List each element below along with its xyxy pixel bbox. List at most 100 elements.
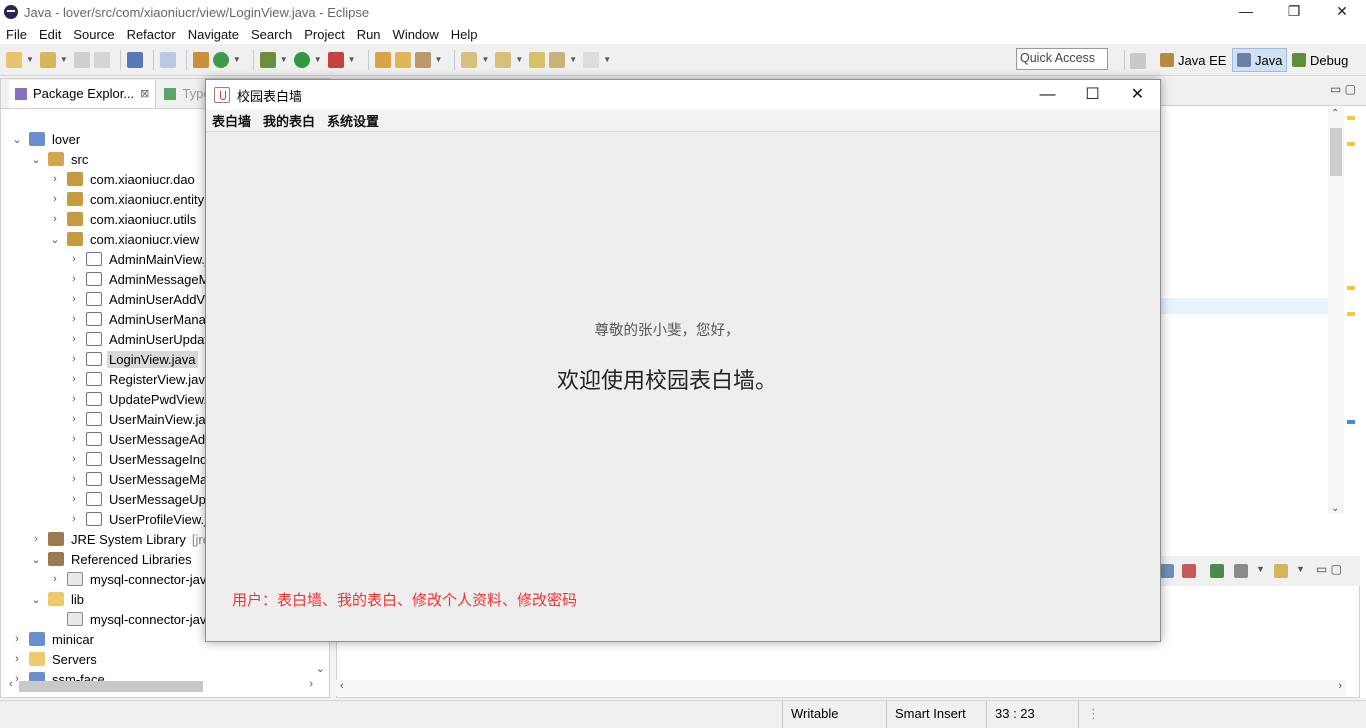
scroll-left-icon[interactable]: ‹: [340, 680, 344, 692]
tab-package-explorer[interactable]: Package Explor... ⊠: [9, 79, 157, 108]
console-view-icon[interactable]: [1160, 564, 1174, 578]
scrollbar-thumb[interactable]: [1330, 128, 1342, 176]
expand-arrow-icon[interactable]: ›: [68, 373, 80, 385]
minimize-button[interactable]: —: [1222, 0, 1270, 24]
tree-item[interactable]: › UserMainView.jav: [68, 409, 214, 429]
expand-arrow-icon[interactable]: ›: [68, 313, 80, 325]
horizontal-scrollbar[interactable]: ‹ ›: [9, 678, 313, 693]
expand-arrow-icon[interactable]: ›: [30, 533, 42, 545]
previous-annotation-dropdown-icon[interactable]: ▼: [515, 55, 523, 64]
menu-edit[interactable]: Edit: [39, 27, 61, 42]
console-icon[interactable]: [126, 51, 143, 68]
expand-arrow-icon[interactable]: ›: [49, 213, 61, 225]
save-all-icon[interactable]: [93, 51, 110, 68]
debug-icon[interactable]: [259, 51, 276, 68]
tree-item[interactable]: ⌄ com.xiaoniucr.view: [49, 229, 201, 249]
tab-type-hierarchy[interactable]: Type: [164, 86, 211, 101]
debug-dropdown-icon[interactable]: ▼: [280, 55, 288, 64]
external-tools-dropdown-icon[interactable]: ▼: [348, 55, 356, 64]
overview-marker-current[interactable]: [1347, 420, 1355, 424]
tree-item[interactable]: › AdminUserUpdat: [68, 329, 210, 349]
expand-arrow-icon[interactable]: ›: [68, 473, 80, 485]
dialog-close-button[interactable]: ✕: [1115, 80, 1160, 110]
expand-arrow-icon[interactable]: ›: [68, 413, 80, 425]
menu-project[interactable]: Project: [304, 27, 344, 42]
tree-item[interactable]: › LoginView.java: [68, 349, 198, 369]
collapse-arrow-icon[interactable]: ⌄: [30, 153, 42, 166]
last-edit-icon[interactable]: [529, 51, 546, 68]
open-console-icon[interactable]: [1274, 564, 1288, 578]
expand-arrow-icon[interactable]: ›: [68, 493, 80, 505]
tree-item[interactable]: › com.xiaoniucr.utils: [49, 209, 198, 229]
menu-window[interactable]: Window: [393, 27, 439, 42]
remove-launch-icon[interactable]: [1182, 564, 1196, 578]
scroll-right-icon[interactable]: ›: [1338, 680, 1342, 692]
tree-item[interactable]: › AdminUserAddVi: [68, 289, 210, 309]
collapse-arrow-icon[interactable]: ⌄: [49, 233, 61, 246]
collapse-arrow-icon[interactable]: ⌄: [30, 553, 42, 566]
expand-arrow-icon[interactable]: ›: [68, 293, 80, 305]
scroll-down-icon[interactable]: ⌄: [316, 662, 325, 675]
search-tool-dropdown-icon[interactable]: ▼: [435, 55, 443, 64]
menu-navigate[interactable]: Navigate: [188, 27, 239, 42]
new-package-dropdown-icon[interactable]: ▼: [60, 55, 68, 64]
collapse-arrow-icon[interactable]: ⌄: [11, 133, 23, 146]
tree-item[interactable]: › AdminMainView.j: [68, 249, 210, 269]
expand-arrow-icon[interactable]: ›: [68, 393, 80, 405]
restore-button[interactable]: ❐: [1270, 0, 1318, 24]
tree-item[interactable]: ⌄ Referenced Libraries: [30, 549, 194, 569]
menu-file[interactable]: File: [6, 27, 27, 42]
minimize-maximize-icons[interactable]: ▭ ▢: [1330, 82, 1356, 96]
previous-annotation-icon[interactable]: [495, 51, 512, 68]
tree-item[interactable]: ›JRE System Library[jre1: [30, 529, 217, 549]
build-icon[interactable]: [192, 51, 209, 68]
close-button[interactable]: ✕: [1318, 0, 1366, 24]
back-dropdown-icon[interactable]: ▼: [569, 55, 577, 64]
new-package-icon[interactable]: [39, 51, 56, 68]
expand-arrow-icon[interactable]: ›: [11, 633, 23, 645]
external-tools-icon[interactable]: [327, 51, 344, 68]
tree-item[interactable]: › UserMessageAdd: [68, 429, 214, 449]
search-tool-icon[interactable]: [414, 51, 431, 68]
scroll-down-icon[interactable]: ⌄: [1331, 503, 1339, 514]
dialog-maximize-button[interactable]: ☐: [1070, 80, 1115, 110]
expand-arrow-icon[interactable]: ›: [68, 353, 80, 365]
tree-item[interactable]: › UserMessageMa: [68, 469, 209, 489]
tree-item[interactable]: › minicar: [11, 629, 96, 649]
menu-system-settings[interactable]: 系统设置: [327, 111, 379, 130]
menu-run[interactable]: Run: [357, 27, 381, 42]
menu-confession-wall[interactable]: 表白墙: [212, 111, 251, 130]
menu-search[interactable]: Search: [251, 27, 292, 42]
display-console-icon[interactable]: [1234, 564, 1248, 578]
bottom-horizontal-scrollbar[interactable]: ‹ ›: [336, 680, 1346, 696]
refresh-icon[interactable]: [212, 51, 229, 68]
forward-dropdown-icon[interactable]: ▼: [603, 55, 611, 64]
expand-arrow-icon[interactable]: ›: [68, 433, 80, 445]
expand-arrow-icon[interactable]: ›: [68, 253, 80, 265]
back-icon[interactable]: [549, 51, 566, 68]
refresh-dropdown-icon[interactable]: ▼: [233, 55, 241, 64]
expand-arrow-icon[interactable]: ›: [68, 453, 80, 465]
perspective-debug[interactable]: Debug: [1288, 48, 1352, 72]
expand-arrow-icon[interactable]: ›: [68, 273, 80, 285]
close-tab-icon[interactable]: ⊠: [140, 87, 149, 100]
new-dropdown-icon[interactable]: ▼: [26, 55, 34, 64]
skip-breakpoints-icon[interactable]: [159, 51, 176, 68]
tree-item[interactable]: › AdminMessageM: [68, 269, 211, 289]
overview-marker-warning[interactable]: [1347, 286, 1355, 290]
open-task-icon[interactable]: [394, 51, 411, 68]
tree-item[interactable]: › UserMessageUpd: [68, 489, 215, 509]
menu-source[interactable]: Source: [73, 27, 114, 42]
save-icon[interactable]: [73, 51, 90, 68]
open-type-icon[interactable]: [374, 51, 391, 68]
pin-console-icon[interactable]: [1210, 564, 1224, 578]
expand-arrow-icon[interactable]: ›: [68, 513, 80, 525]
tree-item[interactable]: › UpdatePwdView.j: [68, 389, 212, 409]
expand-arrow-icon[interactable]: ›: [11, 653, 23, 665]
scrollbar-thumb[interactable]: [19, 681, 203, 692]
tree-item[interactable]: ⌄ lover: [11, 129, 82, 149]
overview-marker-warning[interactable]: [1347, 116, 1355, 120]
next-annotation-dropdown-icon[interactable]: ▼: [481, 55, 489, 64]
menu-refactor[interactable]: Refactor: [127, 27, 176, 42]
tree-item[interactable]: › RegisterView.java: [68, 369, 214, 389]
